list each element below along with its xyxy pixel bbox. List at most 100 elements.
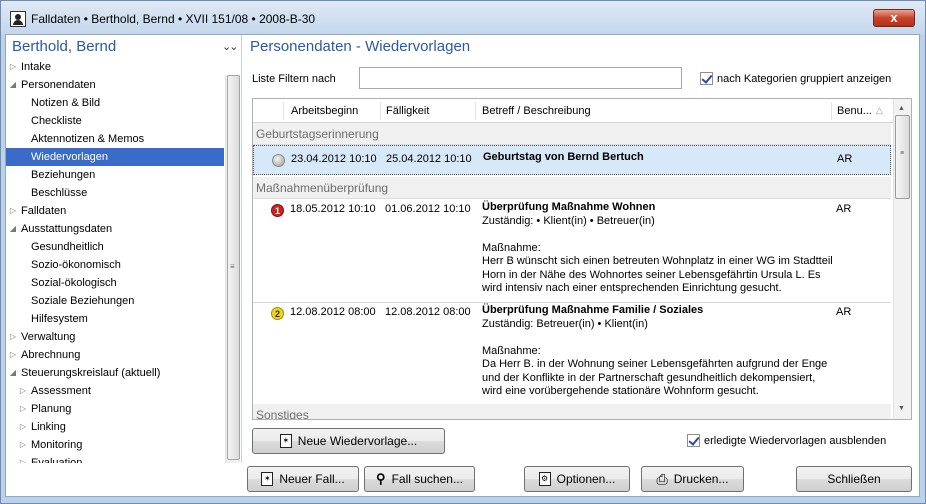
- collapse-arrow-icon[interactable]: ◢: [8, 364, 18, 382]
- sidebar-item[interactable]: Hilfesystem: [6, 310, 224, 328]
- sidebar-item-label: Sozial-ökologisch: [31, 277, 117, 289]
- search-case-button[interactable]: ⚲ Fall suchen...: [364, 466, 475, 492]
- expand-arrow-icon[interactable]: ▷: [8, 346, 18, 364]
- sidebar-item[interactable]: ◢ Personendaten: [6, 76, 224, 94]
- sidebar-item[interactable]: ▷ Evaluation: [6, 454, 224, 463]
- grid-scrollbar[interactable]: ▲ ≡ ▼: [893, 99, 911, 419]
- sidebar-item-label: Hilfesystem: [31, 313, 88, 325]
- sidebar-item[interactable]: ▷ Assessment: [6, 382, 224, 400]
- row-line: [482, 331, 827, 345]
- row-user: AR: [836, 203, 852, 215]
- sidebar-item-label: Personendaten: [21, 79, 96, 91]
- row-due: 25.04.2012 10:10: [386, 153, 472, 165]
- expand-arrow-icon[interactable]: ▷: [18, 418, 28, 436]
- title-bar: Falldaten • Berthold, Bernd • XVII 151/0…: [1, 1, 925, 35]
- page-title: Personendaten - Wiedervorlagen: [250, 38, 471, 55]
- sidebar-item[interactable]: ◢ Ausstattungsdaten: [6, 220, 224, 238]
- filter-input[interactable]: [359, 67, 682, 89]
- sidebar-item[interactable]: ▷ Linking: [6, 418, 224, 436]
- client-area: Berthold, Bernd ⌄⌄ ▷ Intake ◢ Personendaten…: [5, 34, 920, 497]
- sidebar-item-label: Steuerungskreislauf (aktuell): [21, 367, 161, 379]
- sidebar-scrollbar[interactable]: ≡: [225, 75, 240, 463]
- group-header[interactable]: Geburtstagserinnerung: [253, 123, 891, 145]
- sidebar-item-label: Checkliste: [31, 115, 82, 127]
- sidebar-item[interactable]: ◢ Steuerungskreislauf (aktuell): [6, 364, 224, 382]
- scroll-down-icon[interactable]: ▼: [898, 405, 905, 412]
- new-reminder-button[interactable]: ✶ Neue Wiedervorlage...: [252, 428, 445, 454]
- sidebar-item-label: Abrechnung: [21, 349, 81, 361]
- sidebar-item[interactable]: Soziale Beziehungen: [6, 292, 224, 310]
- sidebar-item[interactable]: Aktennotizen & Memos: [6, 130, 224, 148]
- sidebar-item-label: Falldaten: [21, 205, 67, 217]
- scrollbar-thumb[interactable]: ≡: [895, 115, 910, 199]
- row-line: wird intensiv nach einer entsprechenden …: [482, 282, 782, 294]
- sidebar-item[interactable]: ▷ Falldaten: [6, 202, 224, 220]
- group-header[interactable]: Sonstiges: [253, 404, 891, 419]
- sidebar-item-label: Assessment: [31, 385, 91, 397]
- sidebar-item[interactable]: Beziehungen: [6, 166, 224, 184]
- sidebar-item[interactable]: Wiedervorlagen: [6, 148, 224, 166]
- row-line: wird eine vorübergehende stationäre Wohn…: [482, 385, 759, 397]
- sidebar-item[interactable]: Sozial-ökologisch: [6, 274, 224, 292]
- expand-arrow-icon[interactable]: ▷: [18, 400, 28, 418]
- expand-arrow-icon[interactable]: ▷: [18, 382, 28, 400]
- table-row[interactable]: 1 18.05.2012 10:10 01.06.2012 10:10 Über…: [253, 199, 891, 303]
- collapse-arrow-icon[interactable]: ◢: [8, 76, 18, 94]
- new-case-button[interactable]: ✶ Neuer Fall...: [247, 466, 359, 492]
- print-label: Drucken...: [673, 472, 729, 486]
- checkbox-checked-icon[interactable]: [700, 72, 713, 85]
- sidebar-item[interactable]: ▷ Abrechnung: [6, 346, 224, 364]
- sidebar-title: Berthold, Bernd: [12, 38, 117, 55]
- table-row[interactable]: 23.04.2012 10:10 25.04.2012 10:10 Geburt…: [253, 145, 891, 175]
- hide-done-checkbox[interactable]: erledigte Wiedervorlagen ausblenden: [687, 434, 886, 447]
- row-subject: Überprüfung Maßnahme Familie / Soziales: [482, 304, 704, 316]
- checkbox-checked-icon[interactable]: [687, 434, 700, 447]
- column-header-user[interactable]: Benu...: [837, 105, 872, 117]
- table-row[interactable]: 2 12.08.2012 08:00 12.08.2012 08:00 Über…: [253, 303, 891, 407]
- column-header-subject[interactable]: Betreff / Beschreibung: [482, 105, 591, 117]
- expand-arrow-icon[interactable]: ▷: [8, 328, 18, 346]
- group-by-category-checkbox[interactable]: nach Kategorien gruppiert anzeigen: [700, 72, 891, 85]
- print-button[interactable]: ⎙ Drucken...: [641, 466, 744, 492]
- close-button[interactable]: x: [873, 9, 915, 27]
- close-dialog-button[interactable]: Schließen: [796, 466, 912, 492]
- priority-1-icon: 1: [271, 204, 284, 217]
- row-start: 12.08.2012 08:00: [290, 306, 376, 318]
- column-header-due[interactable]: Fälligkeit: [386, 105, 429, 117]
- reminder-grid: Arbeitsbeginn Fälligkeit Betreff / Besch…: [252, 98, 912, 420]
- window: Falldaten • Berthold, Bernd • XVII 151/0…: [0, 0, 926, 504]
- row-line: Maßnahme:: [482, 241, 541, 254]
- column-header-start[interactable]: Arbeitsbeginn: [291, 105, 358, 117]
- sidebar-item[interactable]: Sozio-ökonomisch: [6, 256, 224, 274]
- row-description: Überprüfung Maßnahme Wohnen Zuständig: •…: [482, 201, 833, 296]
- options-button[interactable]: ⚙ Optionen...: [524, 466, 630, 492]
- expand-arrow-icon[interactable]: ▷: [18, 436, 28, 454]
- sidebar-item[interactable]: ▷ Verwaltung: [6, 328, 224, 346]
- collapse-chevron-icon[interactable]: ⌄⌄: [222, 40, 239, 53]
- sidebar-item[interactable]: ▷ Planung: [6, 400, 224, 418]
- grip-icon: ≡: [900, 150, 905, 157]
- sidebar-item-label: Gesundheitlich: [31, 241, 104, 253]
- priority-2-icon: 2: [271, 307, 284, 320]
- grip-icon: ≡: [230, 262, 235, 271]
- collapse-arrow-icon[interactable]: ◢: [8, 220, 18, 238]
- row-line: und der Konflikte in der Partnerschaft g…: [482, 371, 816, 384]
- sidebar-item[interactable]: Checkliste: [6, 112, 224, 130]
- sidebar-item[interactable]: Notizen & Bild: [6, 94, 224, 112]
- group-header[interactable]: Maßnahmenüberprüfung: [253, 177, 891, 199]
- expand-arrow-icon[interactable]: ▷: [8, 58, 18, 76]
- row-line: Zuständig: Betreuer(in) • Klient(in): [482, 317, 648, 330]
- sidebar-item-label: Planung: [31, 403, 72, 415]
- sidebar-item-label: Linking: [31, 421, 66, 433]
- expand-arrow-icon[interactable]: ▷: [8, 202, 18, 220]
- row-line: Zuständig: • Klient(in) • Betreuer(in): [482, 214, 655, 227]
- sidebar-item[interactable]: ▷ Monitoring: [6, 436, 224, 454]
- sidebar-item[interactable]: ▷ Intake: [6, 58, 224, 76]
- sidebar-item[interactable]: Beschlüsse: [6, 184, 224, 202]
- sidebar-item-label: Evaluation: [31, 457, 83, 463]
- scroll-up-icon[interactable]: ▲: [898, 105, 905, 112]
- row-subject: Überprüfung Maßnahme Wohnen: [482, 201, 656, 213]
- expand-arrow-icon[interactable]: ▷: [18, 454, 28, 463]
- row-user: AR: [837, 153, 853, 165]
- sidebar-item[interactable]: Gesundheitlich: [6, 238, 224, 256]
